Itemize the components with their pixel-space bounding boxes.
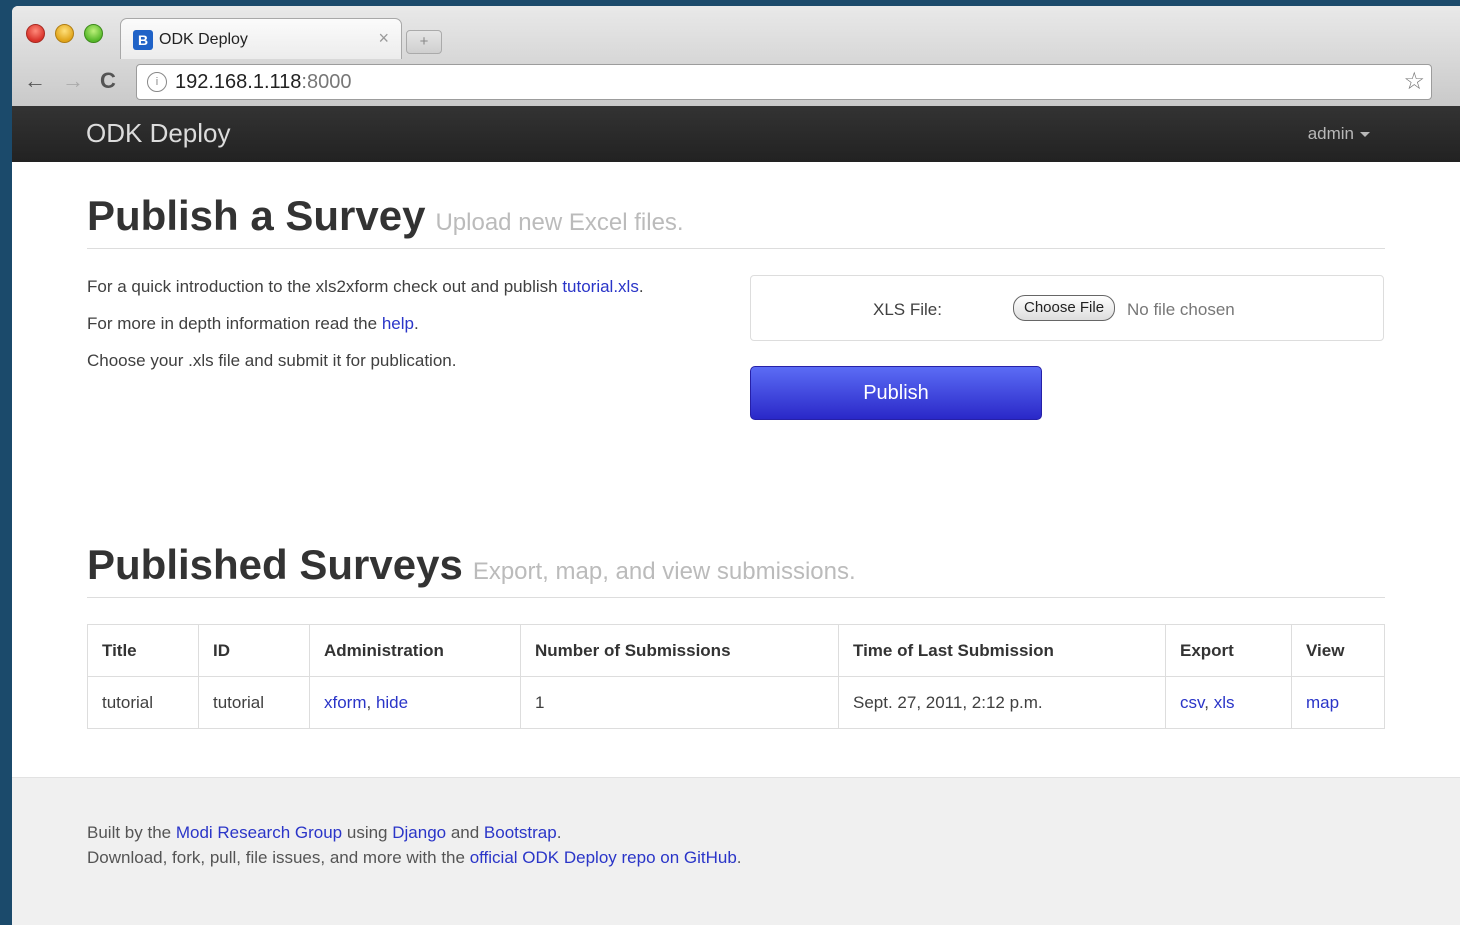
footer-text-d: . bbox=[556, 823, 562, 842]
column-header: View bbox=[1291, 624, 1385, 677]
published-header: Published Surveys Export, map, and view s… bbox=[87, 511, 1385, 598]
publish-header: Publish a Survey Upload new Excel files. bbox=[87, 162, 1385, 249]
tutorial-link[interactable]: tutorial.xls bbox=[562, 277, 639, 296]
intro-2-end: . bbox=[413, 314, 419, 333]
cell-submissions: 1 bbox=[520, 676, 839, 729]
browser-chrome: B ODK Deploy × + ← → C i 192.168.1.118:8… bbox=[12, 6, 1460, 106]
page-info-icon[interactable]: i bbox=[147, 72, 167, 92]
column-header: Title bbox=[87, 624, 199, 677]
address-bar[interactable]: i 192.168.1.118:8000 ☆ bbox=[136, 64, 1432, 100]
choose-file-button[interactable]: Choose File bbox=[1013, 295, 1116, 321]
published-title: Published Surveys bbox=[87, 541, 463, 588]
column-header: Export bbox=[1165, 624, 1292, 677]
tab-title: ODK Deploy bbox=[159, 31, 248, 48]
publish-button[interactable]: Publish bbox=[750, 366, 1042, 420]
cell-export: csv, xls bbox=[1165, 676, 1292, 729]
footer-text: Built by the Modi Research Group using D… bbox=[87, 820, 742, 870]
intro-1-end: . bbox=[638, 277, 644, 296]
table-header-row: Title ID Administration Number of Submis… bbox=[87, 624, 1385, 677]
publish-subtitle: Upload new Excel files. bbox=[435, 209, 684, 236]
cell-title: tutorial bbox=[87, 676, 199, 729]
url-host: 192.168.1.118 bbox=[175, 71, 302, 93]
intro-1-text: For a quick introduction to the xls2xfor… bbox=[87, 277, 563, 296]
column-header: Administration bbox=[309, 624, 521, 677]
zoom-window-icon[interactable] bbox=[84, 24, 103, 43]
reload-icon[interactable]: C bbox=[100, 68, 116, 94]
url-text: 192.168.1.118:8000 bbox=[175, 71, 351, 94]
footer-text-c: and bbox=[446, 823, 484, 842]
footer-text-a: Built by the bbox=[87, 823, 176, 842]
tab-close-icon[interactable]: × bbox=[378, 28, 389, 49]
close-window-icon[interactable] bbox=[26, 24, 45, 43]
bootstrap-link[interactable]: Bootstrap bbox=[484, 823, 557, 842]
published-section: Published Surveys Export, map, and view s… bbox=[87, 511, 1385, 598]
bookmark-star-icon[interactable]: ☆ bbox=[1403, 67, 1425, 96]
column-header: ID bbox=[198, 624, 310, 677]
cell-administration: xform, hide bbox=[309, 676, 521, 729]
publish-title: Publish a Survey bbox=[87, 192, 426, 239]
favicon-icon: B bbox=[133, 30, 153, 50]
footer-text-f: . bbox=[736, 848, 742, 867]
app-navbar: ODK Deploy admin bbox=[12, 106, 1460, 162]
export-separator: , bbox=[1204, 692, 1214, 712]
user-name: admin bbox=[1307, 124, 1354, 143]
url-port: :8000 bbox=[301, 71, 352, 93]
footer-line-1: Built by the Modi Research Group using D… bbox=[87, 820, 742, 845]
hide-link[interactable]: hide bbox=[376, 693, 408, 712]
browser-tab[interactable]: B ODK Deploy × bbox=[120, 18, 402, 59]
cell-view: map bbox=[1291, 676, 1385, 729]
upload-form: XLS File: Choose File No file chosen bbox=[750, 275, 1384, 341]
column-header: Number of Submissions bbox=[520, 624, 839, 677]
caret-down-icon bbox=[1360, 132, 1370, 138]
intro-line-2: For more in depth information read the h… bbox=[87, 314, 727, 333]
browser-window: B ODK Deploy × + ← → C i 192.168.1.118:8… bbox=[12, 6, 1460, 925]
admin-separator: , bbox=[366, 692, 376, 712]
footer-text-e: Download, fork, pull, file issues, and m… bbox=[87, 848, 470, 867]
column-header: Time of Last Submission bbox=[838, 624, 1166, 677]
footer-text-b: using bbox=[342, 823, 393, 842]
xform-link[interactable]: xform bbox=[324, 693, 367, 712]
xls-link[interactable]: xls bbox=[1214, 693, 1235, 712]
help-link[interactable]: help bbox=[382, 314, 414, 333]
back-icon[interactable]: ← bbox=[24, 68, 46, 94]
table-row: tutorial tutorial xform, hide 1 Sept. 27… bbox=[87, 676, 1385, 729]
cell-id: tutorial bbox=[198, 676, 310, 729]
brand[interactable]: ODK Deploy bbox=[86, 118, 231, 149]
user-menu[interactable]: admin bbox=[1308, 124, 1370, 144]
xls-file-label: XLS File: bbox=[873, 300, 942, 319]
intro-line-1: For a quick introduction to the xls2xfor… bbox=[87, 277, 727, 296]
published-subtitle: Export, map, and view submissions. bbox=[472, 558, 856, 585]
new-tab-button[interactable]: + bbox=[406, 30, 442, 54]
footer: Built by the Modi Research Group using D… bbox=[12, 777, 1460, 925]
publish-intro: For a quick introduction to the xls2xfor… bbox=[87, 277, 727, 388]
django-link[interactable]: Django bbox=[392, 823, 446, 842]
map-link[interactable]: map bbox=[1306, 693, 1339, 712]
intro-line-3: Choose your .xls file and submit it for … bbox=[87, 351, 457, 370]
forward-icon[interactable]: → bbox=[62, 68, 84, 94]
surveys-table: Title ID Administration Number of Submis… bbox=[87, 624, 1385, 729]
intro-2-text: For more in depth information read the bbox=[87, 314, 382, 333]
file-status: No file chosen bbox=[1127, 300, 1235, 319]
publish-section: Publish a Survey Upload new Excel files. … bbox=[87, 162, 1385, 420]
csv-link[interactable]: csv bbox=[1180, 693, 1204, 712]
footer-line-2: Download, fork, pull, file issues, and m… bbox=[87, 845, 742, 870]
minimize-window-icon[interactable] bbox=[55, 24, 74, 43]
github-repo-link[interactable]: official ODK Deploy repo on GitHub bbox=[470, 848, 737, 867]
cell-last-submission: Sept. 27, 2011, 2:12 p.m. bbox=[838, 676, 1166, 729]
modi-research-group-link[interactable]: Modi Research Group bbox=[176, 823, 342, 842]
